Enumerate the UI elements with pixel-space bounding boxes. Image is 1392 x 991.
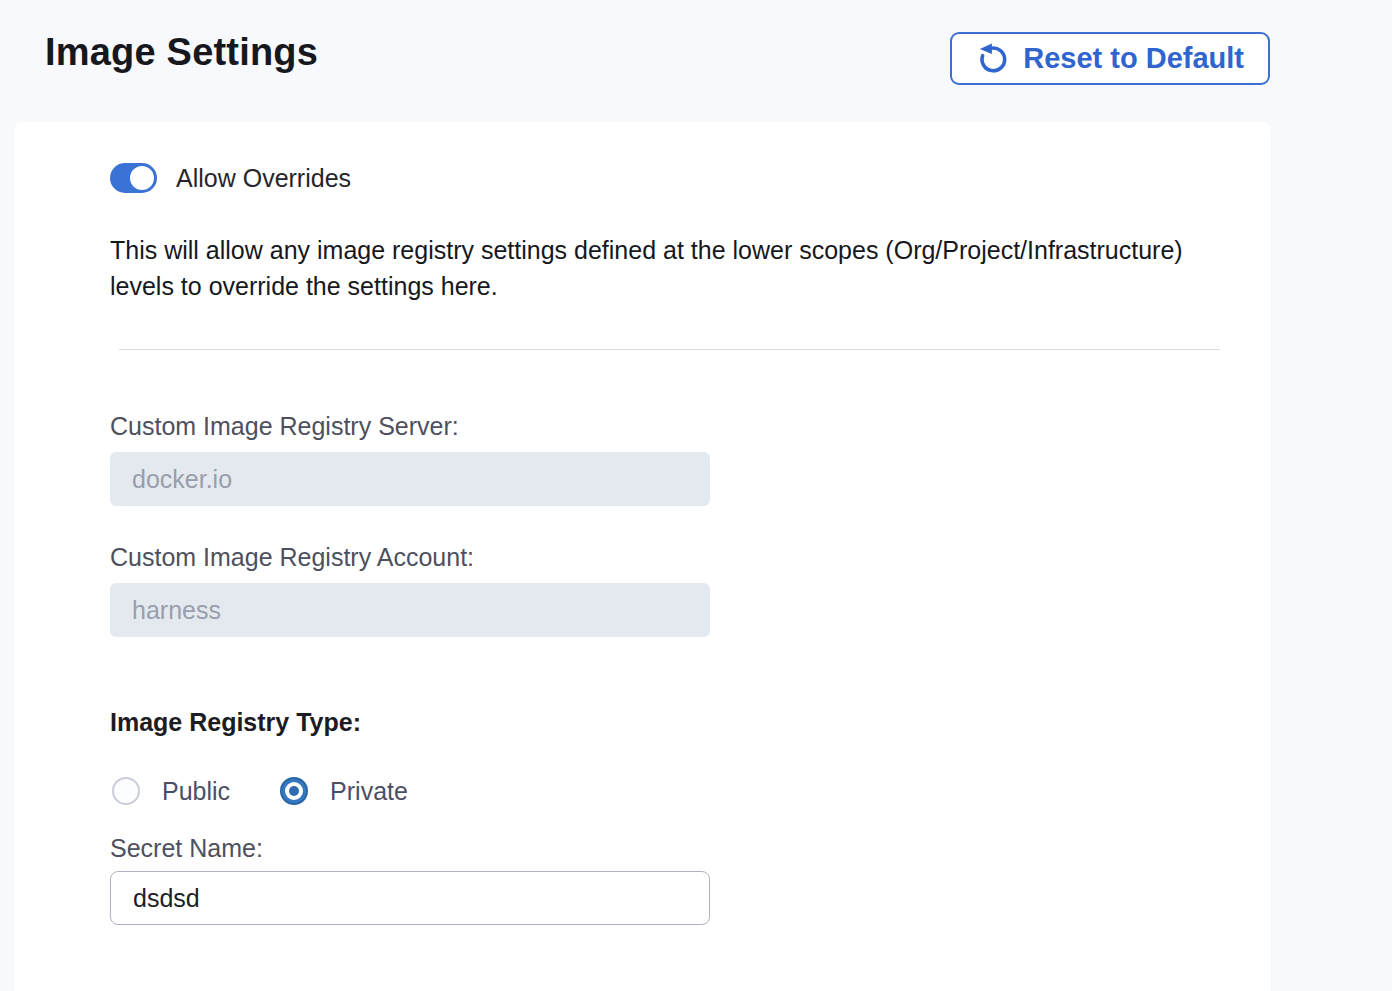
registry-type-label: Image Registry Type: [110,708,1225,736]
radio-public-circle [112,777,140,805]
secret-name-field: Secret Name: [110,834,1225,925]
divider [119,349,1220,350]
settings-card: Allow Overrides This will allow any imag… [14,122,1271,991]
secret-name-input[interactable] [110,871,710,925]
registry-account-label: Custom Image Registry Account: [110,543,1225,571]
registry-account-input[interactable] [110,583,710,637]
allow-overrides-toggle[interactable] [110,163,157,193]
toggle-knob [130,166,154,190]
reset-to-default-button[interactable]: Reset to Default [950,32,1270,85]
reset-button-label: Reset to Default [1023,42,1244,75]
allow-overrides-label: Allow Overrides [176,164,351,193]
radio-option-public[interactable]: Public [112,777,230,806]
secret-name-label: Secret Name: [110,834,1225,862]
registry-server-label: Custom Image Registry Server: [110,412,1225,440]
radio-option-private[interactable]: Private [280,777,408,806]
page-header: Image Settings Reset to Default [0,0,1392,122]
page-title: Image Settings [45,33,318,71]
radio-public-label: Public [162,777,230,806]
registry-server-input[interactable] [110,452,710,506]
radio-private-circle [280,777,308,805]
registry-server-field: Custom Image Registry Server: [110,412,1225,506]
registry-type-options: Public Private [112,776,1225,806]
allow-overrides-row: Allow Overrides [110,163,1225,193]
reset-icon [976,42,1010,76]
registry-account-field: Custom Image Registry Account: [110,543,1225,637]
override-description: This will allow any image registry setti… [110,232,1225,304]
radio-private-label: Private [330,777,408,806]
